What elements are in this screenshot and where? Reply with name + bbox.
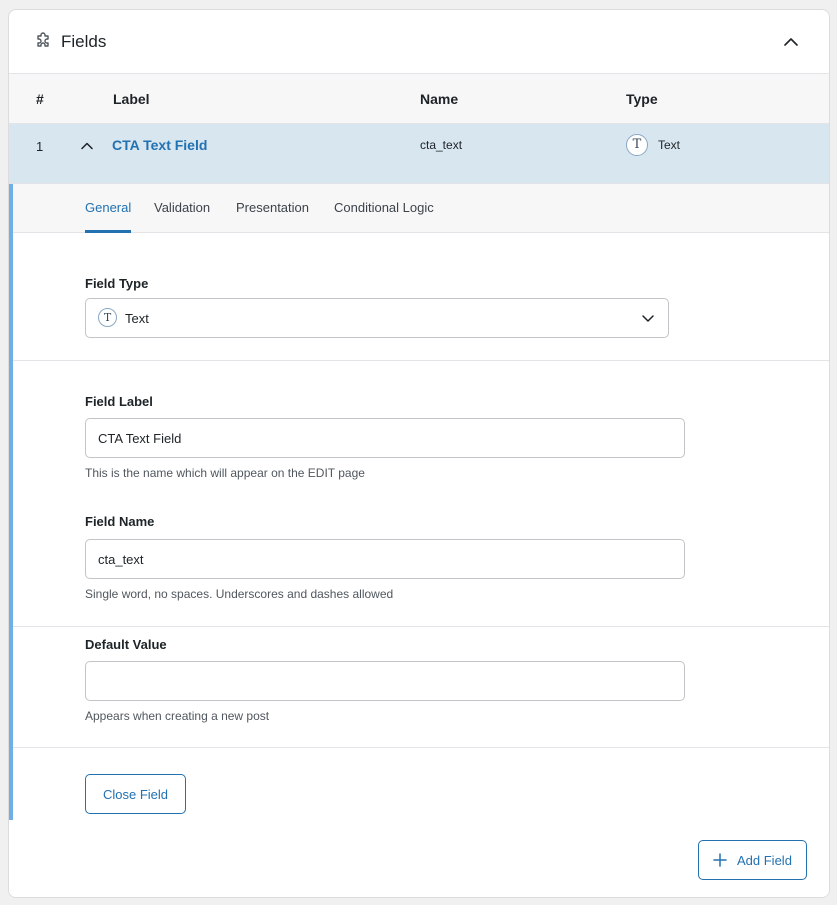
field-name-hint: Single word, no spaces. Underscores and … [85,587,394,601]
field-row-label-link[interactable]: CTA Text Field [112,137,207,153]
fields-panel: Fields # Label Name Type 1 CTA Text Fiel… [8,9,830,898]
field-row-type: Text [658,138,681,152]
field-type-value: Text [125,311,149,326]
tab-presentation[interactable]: Presentation [236,200,309,233]
plus-icon [713,853,727,867]
field-type-label: Field Type [85,276,149,291]
column-header-number: # [36,91,44,107]
panel-footer: Add Field [9,820,829,897]
default-value-hint: Appears when creating a new post [85,709,270,723]
field-row-name: cta_text [420,138,463,152]
add-field-button[interactable]: Add Field [698,840,807,880]
tab-general[interactable]: General [85,200,132,233]
tab-conditional-logic[interactable]: Conditional Logic [334,200,434,233]
tab-validation[interactable]: Validation [154,200,210,233]
panel-title: Fields [61,32,107,51]
column-header-label: Label [113,91,150,107]
column-header-type: Type [626,91,658,107]
close-field-button[interactable]: Close Field [85,774,186,814]
field-label-name-section: Field Label This is the name which will … [13,361,829,627]
field-row-number: 1 [36,139,44,154]
settings-tabs: General Validation Presentation Conditio… [13,184,829,233]
field-label-hint: This is the name which will appear on th… [85,466,365,480]
field-name-input[interactable] [85,539,685,579]
panel-header: Fields [9,10,829,74]
table-header: # Label Name Type [9,74,829,124]
text-type-icon: T [98,308,117,327]
chevron-up-icon[interactable] [781,32,801,52]
field-settings: General Validation Presentation Conditio… [9,184,829,820]
chevron-down-icon [642,315,654,322]
field-label-label: Field Label [85,394,153,409]
field-label-input[interactable] [85,418,685,458]
text-type-icon: T [626,134,648,156]
field-type-section: Field Type T Text [13,233,829,361]
default-value-input[interactable] [85,661,685,701]
default-value-label: Default Value [85,637,167,652]
default-value-section: Default Value Appears when creating a ne… [13,627,829,748]
add-field-label: Add Field [737,853,792,868]
puzzle-icon [37,32,49,47]
table-row[interactable]: 1 CTA Text Field cta_text T Text [9,124,829,184]
field-type-select[interactable]: T Text [85,298,669,338]
chevron-up-icon[interactable] [79,138,95,154]
column-header-name: Name [420,91,459,107]
field-name-label: Field Name [85,514,155,529]
